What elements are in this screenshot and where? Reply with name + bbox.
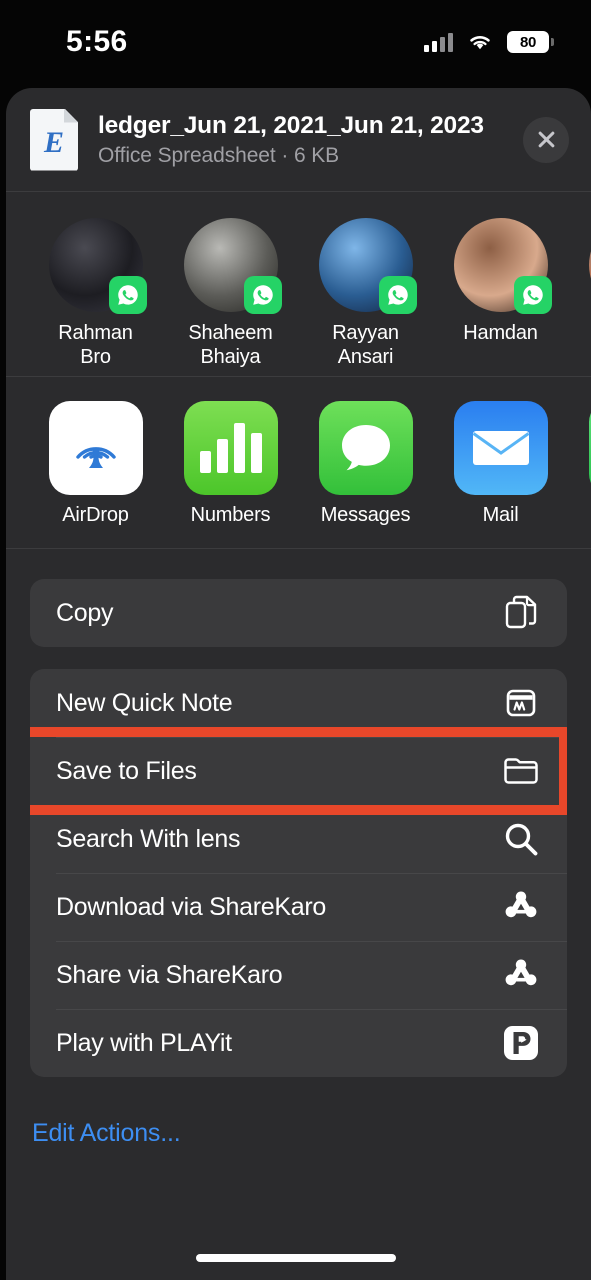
mail-icon [453, 401, 548, 495]
messages-icon [318, 401, 413, 495]
app-label: Mail [482, 504, 519, 526]
folder-icon [499, 749, 543, 793]
avatar[interactable] [183, 218, 282, 314]
numbers-icon [183, 401, 278, 495]
contact-name: Rahman Bro [58, 322, 133, 369]
action-card: Copy [30, 579, 567, 647]
edit-actions-button[interactable]: Edit Actions... [6, 1077, 591, 1148]
app-item-airdrop[interactable]: AirDrop [28, 401, 163, 527]
cellular-signal-icon [424, 32, 453, 52]
action-groups: Copy New Quick Note Save to Files Search Wi… [6, 549, 591, 1077]
app-label: AirDrop [62, 504, 129, 526]
action-row-new-quick-note[interactable]: New Quick Note [30, 669, 567, 737]
contact-name: Hamdan [463, 322, 538, 344]
copy-documents-icon [499, 591, 543, 635]
sharekaro-icon [499, 953, 543, 997]
battery-icon: 80 [507, 31, 554, 53]
app-label: Messages [320, 504, 411, 526]
home-indicator[interactable] [195, 1254, 396, 1262]
quick-note-icon [499, 681, 543, 725]
app-item-mail[interactable]: Mail [433, 401, 568, 527]
action-row-save-to-files[interactable]: Save to Files [30, 727, 567, 815]
file-info: ledger_Jun 21, 2021_Jun 21, 2023 Office … [98, 112, 523, 168]
whatsapp-badge-icon [108, 276, 147, 314]
share-sheet: E ledger_Jun 21, 2021_Jun 21, 2023 Offic… [6, 88, 591, 1280]
status-bar-indicators: 80 [424, 31, 554, 53]
action-label: Search With lens [56, 824, 241, 853]
app-item-numbers[interactable]: Numbers [163, 401, 298, 527]
action-row-download-via-sharekaro[interactable]: Download via ShareKaro [30, 873, 567, 941]
apps-row[interactable]: AirDrop Numbers Messages Mail Wh [6, 377, 591, 549]
wifi-icon [467, 32, 493, 52]
search-icon [499, 817, 543, 861]
action-label: Share via ShareKaro [56, 960, 283, 989]
contact-name: Shaheem Bhaiya [188, 322, 273, 369]
app-label: Numbers [190, 504, 271, 526]
contact-item[interactable]: Hamdan [433, 218, 568, 345]
avatar[interactable] [453, 218, 552, 314]
action-label: Download via ShareKaro [56, 892, 326, 921]
contact-item[interactable] [568, 218, 591, 321]
whatsapp-badge-icon [378, 276, 417, 314]
airdrop-icon [48, 401, 143, 495]
action-card: New Quick Note Save to Files Search With l… [30, 669, 567, 1077]
battery-level-label: 80 [519, 33, 537, 51]
action-label: Copy [56, 598, 114, 627]
file-header: E ledger_Jun 21, 2021_Jun 21, 2023 Offic… [6, 88, 591, 192]
app-item-messages[interactable]: Messages [298, 401, 433, 527]
action-label: Save to Files [56, 756, 197, 785]
contact-name: Rayyan Ansari [332, 322, 399, 369]
spreadsheet-document-icon: E [30, 108, 78, 171]
action-row-play-with-playit[interactable]: Play with PLAYit [30, 1009, 567, 1077]
playit-icon [499, 1021, 543, 1065]
whatsapp-badge-icon [513, 276, 552, 314]
file-meta: Office Spreadsheet · 6 KB [98, 143, 340, 167]
avatar[interactable] [48, 218, 147, 314]
whatsapp-badge-icon [243, 276, 282, 314]
avatar[interactable] [318, 218, 417, 314]
doc-icon-letter: E [43, 125, 64, 159]
file-name: ledger_Jun 21, 2021_Jun 21, 2023 [98, 111, 484, 139]
contact-item[interactable]: Rayyan Ansari [298, 218, 433, 370]
action-row-search-with-lens[interactable]: Search With lens [30, 805, 567, 873]
action-row-copy[interactable]: Copy [30, 579, 567, 647]
contacts-row[interactable]: Rahman Bro Shaheem Bhaiya Rayyan Ansari Hamdan [6, 192, 591, 377]
phone-screen: 5:56 80 E ledger_Jun 21, 2021_Jun 21, 20… [0, 0, 591, 1280]
status-bar-time: 5:56 [66, 25, 128, 58]
app-item-wh[interactable]: Wh [568, 401, 591, 527]
close-button[interactable] [523, 116, 569, 163]
doc-fold-corner [64, 108, 78, 123]
action-label: Play with PLAYit [56, 1028, 232, 1057]
contact-item[interactable]: Shaheem Bhaiya [163, 218, 298, 370]
contact-item[interactable]: Rahman Bro [28, 218, 163, 370]
sharekaro-icon [499, 885, 543, 929]
action-row-share-via-sharekaro[interactable]: Share via ShareKaro [30, 941, 567, 1009]
status-bar: 5:56 80 [0, 0, 591, 84]
action-label: New Quick Note [56, 688, 233, 717]
